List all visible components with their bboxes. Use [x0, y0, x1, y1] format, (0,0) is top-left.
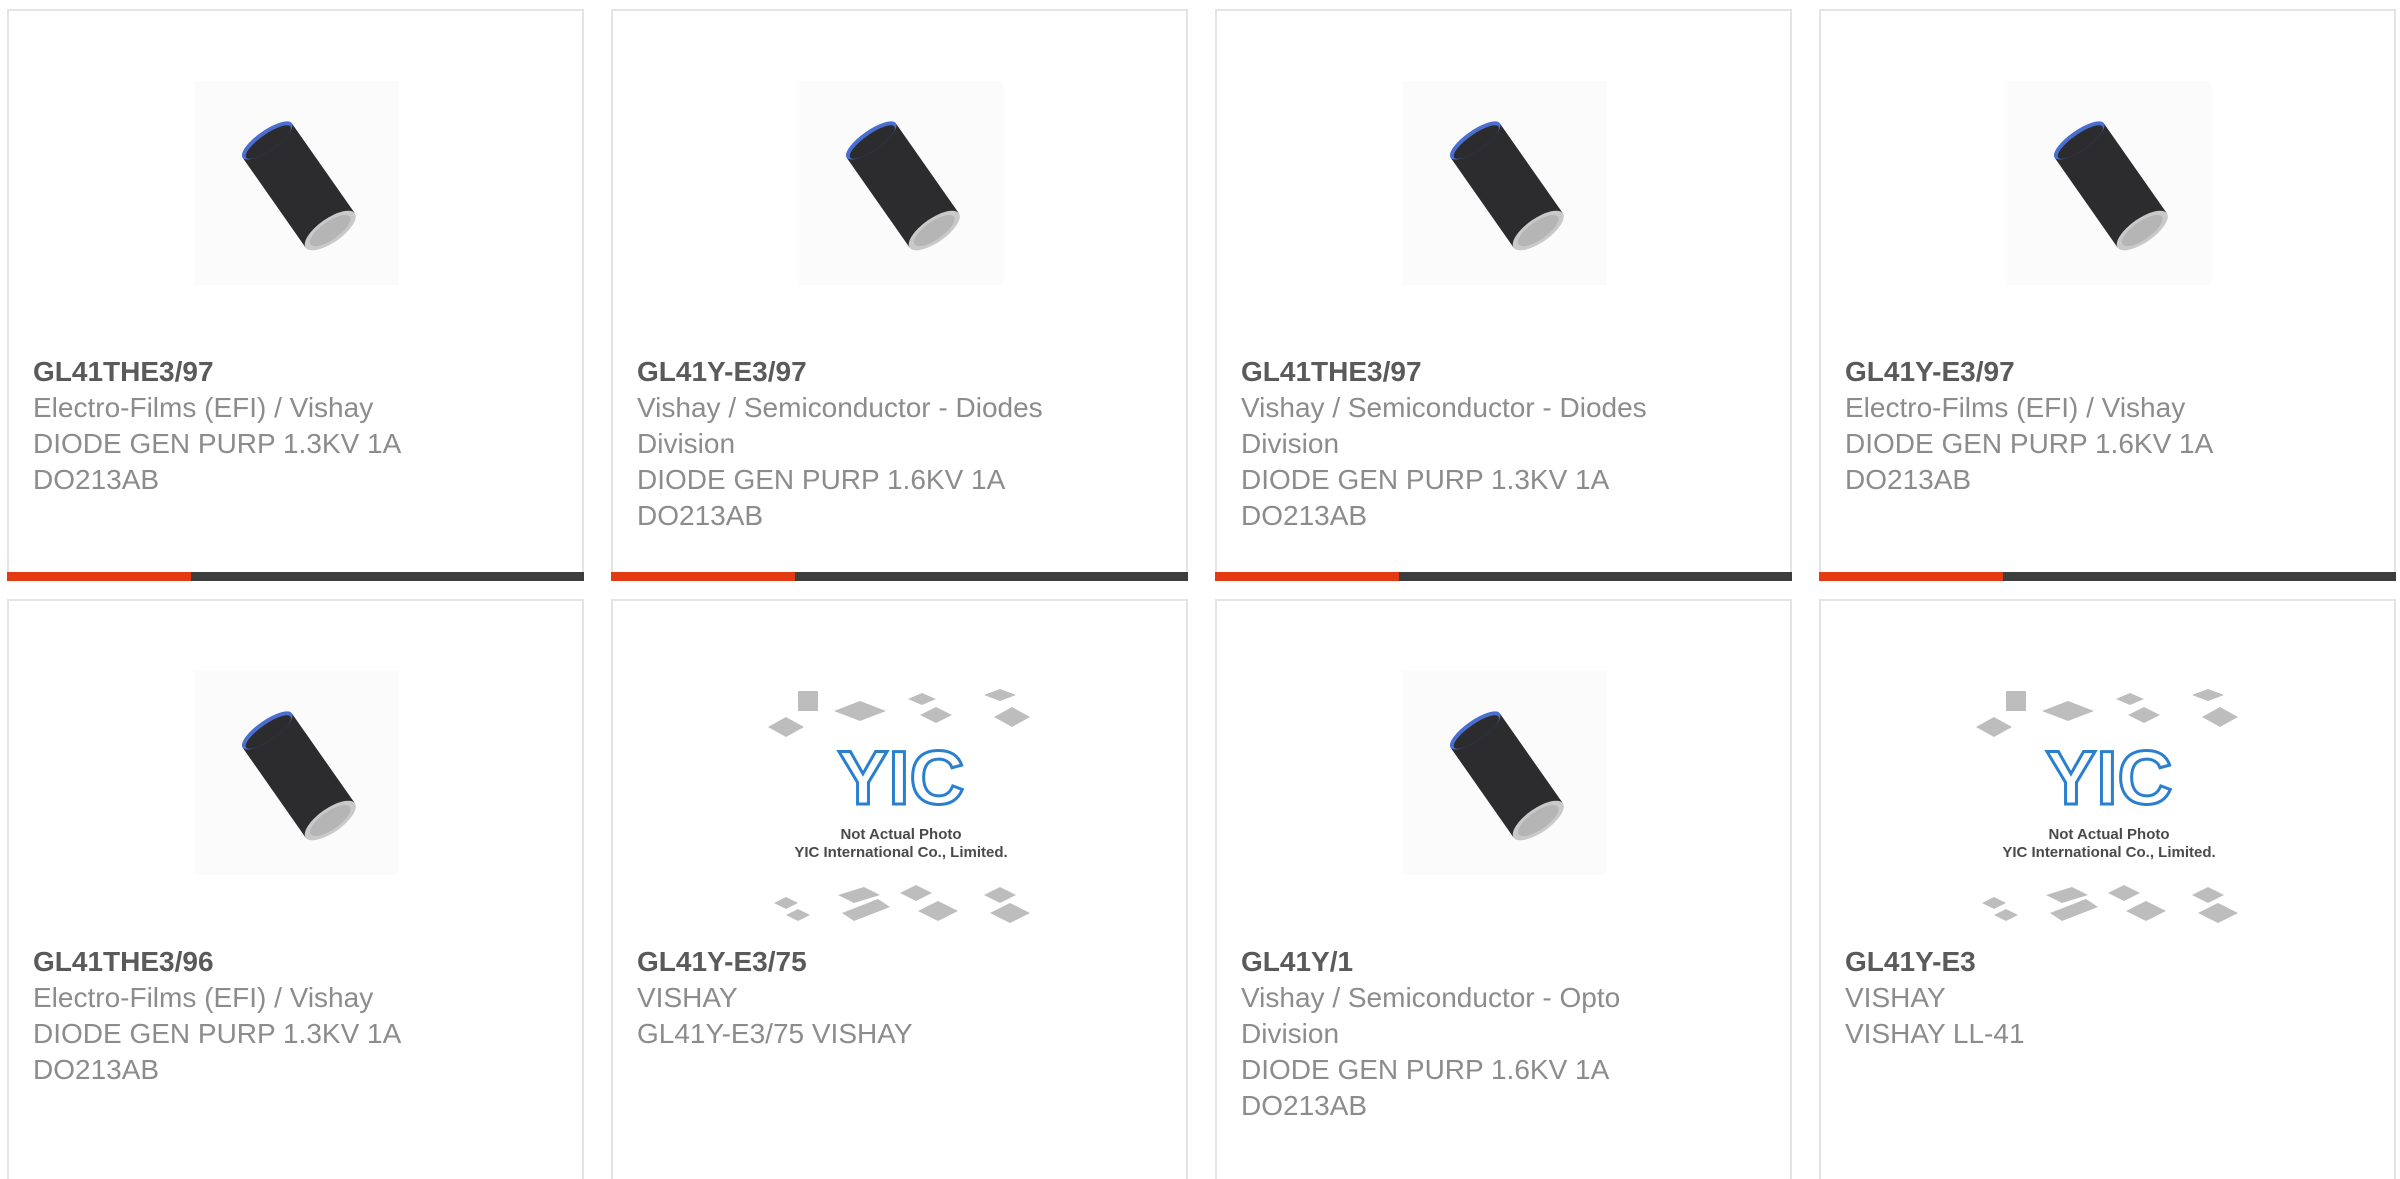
package: DO213AB — [33, 464, 160, 495]
manufacturer-continued: Division — [1241, 1018, 1340, 1049]
part-number[interactable]: GL41Y-E3 — [1845, 944, 2370, 980]
part-number[interactable]: GL41Y-E3/97 — [1845, 354, 2370, 390]
manufacturer: Vishay / Semiconductor - Diodes — [1241, 392, 1647, 423]
product-grid: GL41THE3/97 Electro-Films (EFI) / Vishay… — [0, 0, 2400, 1179]
product-card[interactable]: GL41Y-E3/97 Vishay / Semiconductor - Dio… — [611, 9, 1188, 581]
product-info: GL41Y/1 Vishay / Semiconductor - Opto Di… — [1241, 944, 1766, 1124]
package: DO213AB — [1241, 1090, 1368, 1121]
card-bottom-bar — [7, 572, 584, 581]
yic-logo: YIC — [2046, 736, 2173, 821]
card-accent-bar — [1215, 572, 1399, 581]
yic-logo: YIC — [838, 736, 965, 821]
yic-placeholder-image: YIC Not Actual Photo YIC International C… — [1976, 689, 2242, 929]
card-bottom-bar — [1215, 572, 1792, 581]
manufacturer: VISHAY — [637, 982, 738, 1013]
manufacturer: Vishay / Semiconductor - Opto — [1241, 982, 1621, 1013]
yic-placeholder-image: YIC Not Actual Photo YIC International C… — [768, 689, 1034, 929]
diode-cylinder-icon — [2007, 81, 2211, 285]
description: DIODE GEN PURP 1.6KV 1A — [1845, 428, 2214, 459]
description: DIODE GEN PURP 1.6KV 1A — [1241, 1054, 1610, 1085]
description: DIODE GEN PURP 1.3KV 1A — [33, 428, 402, 459]
manufacturer: Vishay / Semiconductor - Diodes — [637, 392, 1043, 423]
card-accent-bar — [1819, 572, 2003, 581]
product-info: GL41Y-E3 VISHAY VISHAY LL-41 — [1845, 944, 2370, 1052]
part-number[interactable]: GL41THE3/97 — [1241, 354, 1766, 390]
description: DIODE GEN PURP 1.3KV 1A — [33, 1018, 402, 1049]
part-number[interactable]: GL41Y-E3/75 — [637, 944, 1162, 980]
product-card[interactable]: GL41THE3/97 Electro-Films (EFI) / Vishay… — [7, 9, 584, 581]
product-card[interactable]: GL41THE3/97 Vishay / Semiconductor - Dio… — [1215, 9, 1792, 581]
placeholder-caption-2: YIC International Co., Limited. — [2002, 844, 2215, 861]
manufacturer: Electro-Films (EFI) / Vishay — [33, 392, 374, 423]
diode-cylinder-icon — [195, 671, 399, 875]
product-card[interactable]: GL41Y-E3/97 Electro-Films (EFI) / Vishay… — [1819, 9, 2396, 581]
package: DO213AB — [1845, 464, 1972, 495]
product-card[interactable]: YIC Not Actual Photo YIC International C… — [611, 599, 1188, 1179]
description: GL41Y-E3/75 VISHAY — [637, 1018, 913, 1049]
placeholder-caption-1: Not Actual Photo — [840, 826, 961, 843]
diode-cylinder-icon — [1403, 81, 1607, 285]
description: VISHAY LL-41 — [1845, 1018, 2025, 1049]
card-bottom-bar — [1819, 572, 2396, 581]
manufacturer: VISHAY — [1845, 982, 1946, 1013]
description: DIODE GEN PURP 1.6KV 1A — [637, 464, 1006, 495]
package: DO213AB — [1241, 500, 1368, 531]
package: DO213AB — [33, 1054, 160, 1085]
part-number[interactable]: GL41Y-E3/97 — [637, 354, 1162, 390]
manufacturer-continued: Division — [637, 428, 736, 459]
card-accent-bar — [611, 572, 795, 581]
part-number[interactable]: GL41THE3/96 — [33, 944, 558, 980]
package: DO213AB — [637, 500, 764, 531]
product-info: GL41THE3/97 Vishay / Semiconductor - Dio… — [1241, 354, 1766, 534]
manufacturer: Electro-Films (EFI) / Vishay — [1845, 392, 2186, 423]
manufacturer: Electro-Films (EFI) / Vishay — [33, 982, 374, 1013]
product-info: GL41THE3/96 Electro-Films (EFI) / Vishay… — [33, 944, 558, 1088]
card-bottom-bar — [611, 572, 1188, 581]
diode-cylinder-icon — [1403, 671, 1607, 875]
description: DIODE GEN PURP 1.3KV 1A — [1241, 464, 1610, 495]
card-accent-bar — [7, 572, 191, 581]
product-info: GL41Y-E3/97 Vishay / Semiconductor - Dio… — [637, 354, 1162, 534]
product-card[interactable]: GL41Y/1 Vishay / Semiconductor - Opto Di… — [1215, 599, 1792, 1179]
manufacturer-continued: Division — [1241, 428, 1340, 459]
placeholder-caption-1: Not Actual Photo — [2048, 826, 2169, 843]
part-number[interactable]: GL41Y/1 — [1241, 944, 1766, 980]
product-info: GL41THE3/97 Electro-Films (EFI) / Vishay… — [33, 354, 558, 498]
product-info: GL41Y-E3/75 VISHAY GL41Y-E3/75 VISHAY — [637, 944, 1162, 1052]
placeholder-caption-2: YIC International Co., Limited. — [794, 844, 1007, 861]
product-card[interactable]: GL41THE3/96 Electro-Films (EFI) / Vishay… — [7, 599, 584, 1179]
product-card[interactable]: YIC Not Actual Photo YIC International C… — [1819, 599, 2396, 1179]
part-number[interactable]: GL41THE3/97 — [33, 354, 558, 390]
product-info: GL41Y-E3/97 Electro-Films (EFI) / Vishay… — [1845, 354, 2370, 498]
diode-cylinder-icon — [799, 81, 1003, 285]
diode-cylinder-icon — [195, 81, 399, 285]
